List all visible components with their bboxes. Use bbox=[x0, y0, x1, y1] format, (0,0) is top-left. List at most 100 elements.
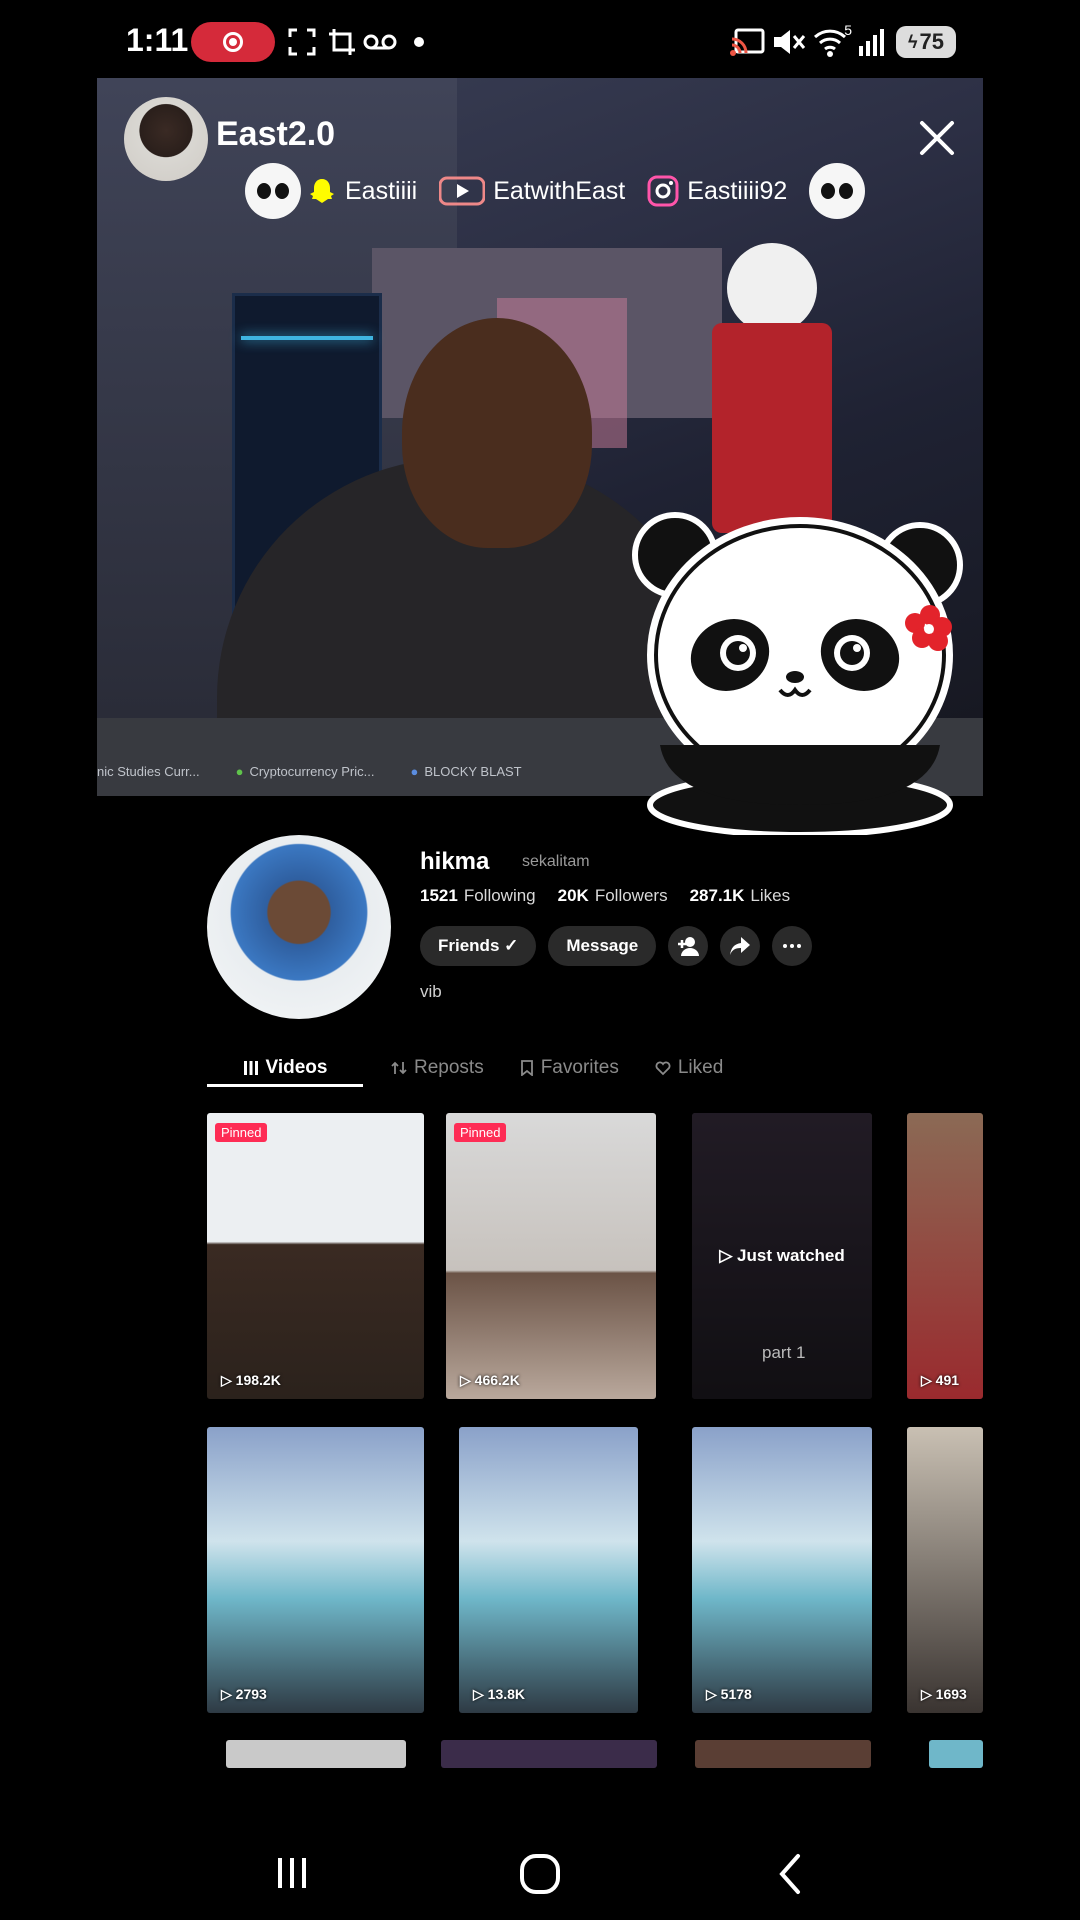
video-thumbnail[interactable]: ▷ Just watched part 1 bbox=[692, 1113, 872, 1399]
share-icon bbox=[730, 937, 751, 955]
battery-level: 75 bbox=[919, 29, 944, 54]
stat-value: 287.1K bbox=[689, 886, 745, 905]
video-thumbnail[interactable]: Pinned ▷ 198.2K bbox=[207, 1113, 424, 1399]
stat-value: 1521 bbox=[420, 886, 458, 905]
stat-following[interactable]: 1521 Following bbox=[420, 886, 536, 906]
status-clock: 1:11 bbox=[126, 22, 189, 58]
profile-bio: vib bbox=[420, 982, 442, 1001]
pinned-badge: Pinned bbox=[215, 1123, 268, 1142]
screen-record-indicator[interactable] bbox=[191, 22, 275, 62]
thumbnail-caption: part 1 bbox=[762, 1343, 806, 1362]
stat-likes[interactable]: 287.1K Likes bbox=[690, 886, 791, 906]
globe-icon: ● bbox=[235, 763, 244, 779]
host-avatar[interactable] bbox=[124, 97, 208, 181]
charging-icon: ϟ bbox=[907, 31, 918, 52]
friends-button[interactable]: Friends ✓ bbox=[420, 926, 537, 966]
tab-label: Reposts bbox=[414, 1057, 484, 1078]
recents-button[interactable] bbox=[272, 1852, 312, 1892]
profile-tabs: Videos Reposts Favorites Liked bbox=[207, 1047, 983, 1089]
add-user-icon bbox=[678, 937, 700, 956]
browser-tab: Cryptocurrency Pric... bbox=[249, 763, 375, 779]
stat-label: Following bbox=[463, 886, 536, 905]
home-icon bbox=[520, 1854, 560, 1894]
view-count: ▷ 13.8K bbox=[473, 1686, 526, 1702]
cast-icon bbox=[728, 26, 768, 58]
view-count: ▷ 198.2K bbox=[221, 1372, 281, 1388]
browser-tab: nic Studies Curr... bbox=[97, 763, 200, 779]
video-thumbnail[interactable]: ▷ 491 bbox=[907, 1113, 983, 1399]
profile-stats: 1521 Following 20K Followers 287.1K Likes bbox=[420, 886, 790, 906]
tab-reposts[interactable]: Reposts bbox=[391, 1047, 484, 1089]
stat-followers[interactable]: 20K Followers bbox=[558, 886, 668, 906]
wifi-icon: 5 bbox=[810, 22, 852, 58]
video-thumbnail[interactable] bbox=[226, 1740, 406, 1768]
profile-avatar[interactable] bbox=[207, 835, 391, 1019]
home-button[interactable] bbox=[518, 1852, 562, 1896]
stat-label: Followers bbox=[594, 886, 668, 905]
view-count: ▷ 491 bbox=[921, 1372, 960, 1388]
repost-icon bbox=[391, 1061, 407, 1075]
video-thumbnail[interactable] bbox=[441, 1740, 657, 1768]
back-icon bbox=[779, 1854, 800, 1894]
more-button[interactable] bbox=[772, 926, 813, 966]
view-count: ▷ 466.2K bbox=[460, 1372, 520, 1388]
more-icon bbox=[783, 944, 802, 948]
jersey bbox=[712, 323, 832, 533]
network-type-label: 5 bbox=[844, 22, 852, 38]
tab-favorites[interactable]: Favorites bbox=[520, 1047, 619, 1089]
bookmark-icon bbox=[520, 1060, 533, 1076]
video-thumbnail[interactable] bbox=[929, 1740, 983, 1768]
view-count-value: 5178 bbox=[720, 1686, 752, 1702]
notification-dot-icon bbox=[412, 26, 426, 58]
view-count-value: 2793 bbox=[235, 1686, 267, 1702]
snapchat-handle: Eastiiii bbox=[345, 176, 418, 205]
youtube-handle: EatwithEast bbox=[493, 176, 626, 205]
panda-sticker bbox=[632, 512, 963, 835]
tab-label: Videos bbox=[265, 1057, 328, 1078]
social-snapchat: Eastiiii bbox=[307, 176, 417, 206]
close-icon bbox=[920, 121, 954, 155]
video-thumbnail[interactable] bbox=[695, 1740, 871, 1768]
view-count-value: 198.2K bbox=[235, 1372, 281, 1388]
profile-actions: Friends ✓ Message bbox=[420, 926, 813, 966]
back-button[interactable] bbox=[770, 1852, 810, 1896]
recents-icon bbox=[278, 1858, 306, 1888]
active-tab-indicator bbox=[207, 1084, 363, 1087]
mute-icon bbox=[770, 26, 808, 58]
browser-tab: BLOCKY BLAST bbox=[424, 763, 522, 779]
grid-icon bbox=[243, 1061, 258, 1075]
host-name[interactable]: East2.0 bbox=[216, 115, 335, 154]
heart-icon bbox=[655, 1061, 671, 1076]
view-count-value: 491 bbox=[935, 1372, 960, 1388]
panda-heart-sticker-icon bbox=[809, 163, 866, 219]
youtube-icon bbox=[439, 176, 486, 206]
message-button[interactable]: Message bbox=[548, 926, 657, 966]
close-button[interactable] bbox=[912, 113, 962, 163]
tab-label: Favorites bbox=[540, 1057, 619, 1078]
tab-label: Liked bbox=[677, 1057, 724, 1078]
tab-videos[interactable]: Videos bbox=[207, 1047, 363, 1089]
instagram-handle: Eastiiii92 bbox=[687, 176, 788, 205]
video-thumbnail[interactable]: ▷ 2793 bbox=[207, 1427, 424, 1713]
panda-sticker-icon bbox=[245, 163, 301, 219]
social-instagram: Eastiiii92 bbox=[647, 175, 787, 207]
snapchat-icon bbox=[310, 179, 334, 203]
view-count-value: 1693 bbox=[935, 1686, 967, 1702]
tab-liked[interactable]: Liked bbox=[655, 1047, 723, 1089]
instagram-icon bbox=[647, 175, 679, 207]
add-friend-button[interactable] bbox=[668, 926, 709, 966]
view-count: ▷ 1693 bbox=[921, 1686, 967, 1702]
video-thumbnail[interactable]: Pinned ▷ 466.2K bbox=[446, 1113, 656, 1399]
battery-indicator: ϟ 75 bbox=[896, 26, 956, 58]
stat-label: Likes bbox=[750, 886, 791, 905]
pinned-badge: Pinned bbox=[454, 1123, 507, 1142]
crop-icon bbox=[325, 26, 359, 58]
signal-icon bbox=[855, 26, 887, 58]
video-thumbnail[interactable]: ▷ 1693 bbox=[907, 1427, 983, 1713]
video-thumbnail[interactable]: ▷ 13.8K bbox=[459, 1427, 638, 1713]
game-icon: ● bbox=[410, 763, 419, 779]
share-button[interactable] bbox=[720, 926, 761, 966]
view-count-value: 13.8K bbox=[487, 1686, 526, 1702]
video-thumbnail[interactable]: ▷ 5178 bbox=[692, 1427, 872, 1713]
screenshot-icon bbox=[285, 26, 319, 58]
